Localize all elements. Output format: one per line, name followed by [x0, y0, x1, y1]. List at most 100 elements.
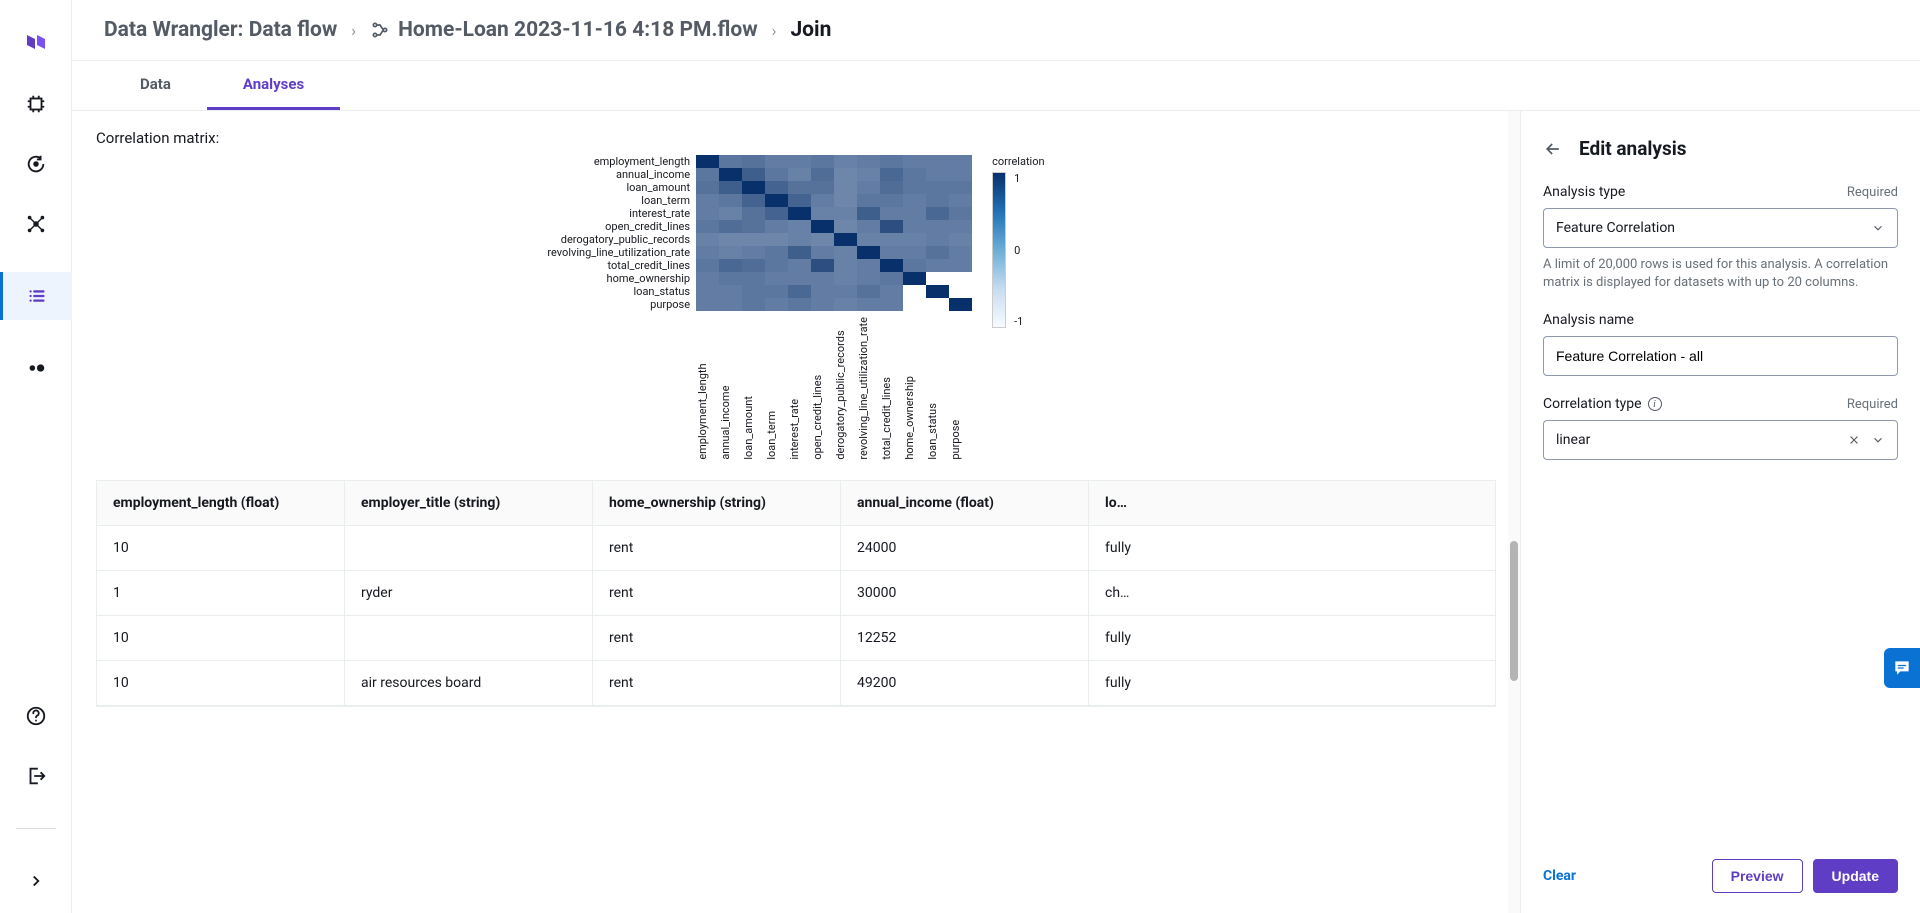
- table-row[interactable]: 1ryderrent30000charg: [97, 571, 1495, 616]
- table-header[interactable]: employment_length (float): [97, 481, 345, 525]
- table-cell: fully: [1089, 661, 1149, 705]
- heatmap-cell: [742, 246, 765, 259]
- heatmap-cell: [719, 168, 742, 181]
- heatmap-cell: [926, 220, 949, 233]
- table-row[interactable]: 10air resources boardrent49200fully: [97, 661, 1495, 706]
- breadcrumb-root[interactable]: Data Wrangler: Data flow: [104, 18, 337, 42]
- heatmap-cell: [926, 168, 949, 181]
- table-cell: charg: [1089, 571, 1149, 615]
- breadcrumb-flow[interactable]: Home-Loan 2023-11-16 4:18 PM.flow: [370, 18, 758, 42]
- preview-button[interactable]: Preview: [1712, 859, 1803, 893]
- heatmap-cell: [857, 207, 880, 220]
- analysis-type-select[interactable]: Feature Correlation: [1543, 208, 1898, 248]
- info-icon[interactable]: i: [1648, 397, 1662, 411]
- table-cell: 1: [97, 571, 345, 615]
- heatmap-cell: [903, 298, 926, 311]
- heatmap-cell: [719, 194, 742, 207]
- data-table: employment_length (float)employer_title …: [96, 480, 1496, 707]
- table-cell: 49200: [841, 661, 1089, 705]
- logout-icon[interactable]: [24, 764, 48, 788]
- heatmap-cell: [926, 298, 949, 311]
- heatmap-y-label: purpose: [650, 298, 690, 311]
- heatmap-cell: [949, 285, 972, 298]
- refresh-icon[interactable]: [24, 152, 48, 176]
- chat-icon[interactable]: [1884, 648, 1920, 688]
- heatmap-x-label: open_credit_lines: [811, 317, 834, 460]
- table-header[interactable]: loan_st: [1089, 481, 1149, 525]
- table-cell: fully: [1089, 526, 1149, 570]
- table-header[interactable]: employer_title (string): [345, 481, 593, 525]
- chevron-right-icon[interactable]: [24, 869, 48, 893]
- logo-icon[interactable]: [24, 32, 48, 56]
- heatmap-cell: [742, 207, 765, 220]
- heatmap-cell: [811, 181, 834, 194]
- heatmap-cell: [834, 298, 857, 311]
- table-cell: air resources board: [345, 661, 593, 705]
- heatmap-cell: [742, 298, 765, 311]
- heatmap-cell: [788, 168, 811, 181]
- heatmap-cell: [765, 259, 788, 272]
- heatmap-y-label: open_credit_lines: [605, 220, 690, 233]
- clear-icon[interactable]: [1847, 433, 1861, 447]
- help-icon[interactable]: [24, 704, 48, 728]
- heatmap-cell: [834, 168, 857, 181]
- heatmap-cell: [742, 233, 765, 246]
- heatmap-cell: [834, 207, 857, 220]
- list-icon[interactable]: [0, 272, 72, 320]
- tab-analyses[interactable]: Analyses: [207, 61, 340, 110]
- colorbar: [992, 172, 1006, 328]
- left-nav: [0, 0, 72, 913]
- graph-icon[interactable]: [24, 212, 48, 236]
- heatmap-cell: [834, 220, 857, 233]
- heatmap-cell: [926, 285, 949, 298]
- heatmap-cell: [696, 233, 719, 246]
- heatmap-y-label: loan_term: [641, 194, 690, 207]
- breadcrumb-flow-name: Home-Loan 2023-11-16 4:18 PM.flow: [398, 18, 758, 42]
- heatmap-cell: [811, 259, 834, 272]
- panel-title: Edit analysis: [1579, 137, 1687, 160]
- heatmap-cell: [719, 155, 742, 168]
- heatmap-cell: [742, 259, 765, 272]
- required-label: Required: [1847, 397, 1898, 412]
- heatmap-cell: [903, 246, 926, 259]
- heatmap-cell: [949, 194, 972, 207]
- update-button[interactable]: Update: [1813, 859, 1898, 893]
- table-cell: 30000: [841, 571, 1089, 615]
- heatmap-cell: [811, 194, 834, 207]
- heatmap-cell: [857, 233, 880, 246]
- correlation-type-select[interactable]: linear: [1543, 420, 1898, 460]
- heatmap-cell: [811, 220, 834, 233]
- analysis-name-input[interactable]: [1543, 336, 1898, 376]
- tab-data[interactable]: Data: [104, 61, 207, 110]
- heatmap-cell: [696, 298, 719, 311]
- heatmap-cell: [857, 194, 880, 207]
- heatmap-cell: [696, 285, 719, 298]
- table-row[interactable]: 10rent24000fully: [97, 526, 1495, 571]
- heatmap-cell: [811, 285, 834, 298]
- heatmap-cell: [811, 155, 834, 168]
- clear-button[interactable]: Clear: [1543, 868, 1576, 884]
- table-header[interactable]: home_ownership (string): [593, 481, 841, 525]
- chip-icon[interactable]: [24, 92, 48, 116]
- heatmap-cell: [857, 155, 880, 168]
- table-header[interactable]: annual_income (float): [841, 481, 1089, 525]
- heatmap-cell: [719, 233, 742, 246]
- back-arrow-icon[interactable]: [1543, 139, 1563, 159]
- heatmap-cell: [696, 181, 719, 194]
- content-area: Correlation matrix: employment_lengthann…: [72, 111, 1520, 913]
- table-row[interactable]: 10rent12252fully: [97, 616, 1495, 661]
- breadcrumb: Data Wrangler: Data flow › Home-Loan 202…: [72, 0, 1920, 61]
- heatmap-cell: [696, 194, 719, 207]
- table-cell: 12252: [841, 616, 1089, 660]
- heatmap-cell: [834, 181, 857, 194]
- correlation-type-label: Correlation type i: [1543, 396, 1662, 412]
- heatmap-cell: [719, 220, 742, 233]
- dots-icon[interactable]: [24, 356, 48, 380]
- heatmap-x-label: loan_amount: [742, 317, 765, 460]
- heatmap-cell: [926, 155, 949, 168]
- scrollbar[interactable]: [1508, 111, 1520, 913]
- heatmap-cell: [696, 220, 719, 233]
- heatmap-y-label: interest_rate: [629, 207, 690, 220]
- heatmap-cell: [788, 207, 811, 220]
- heatmap-cell: [949, 207, 972, 220]
